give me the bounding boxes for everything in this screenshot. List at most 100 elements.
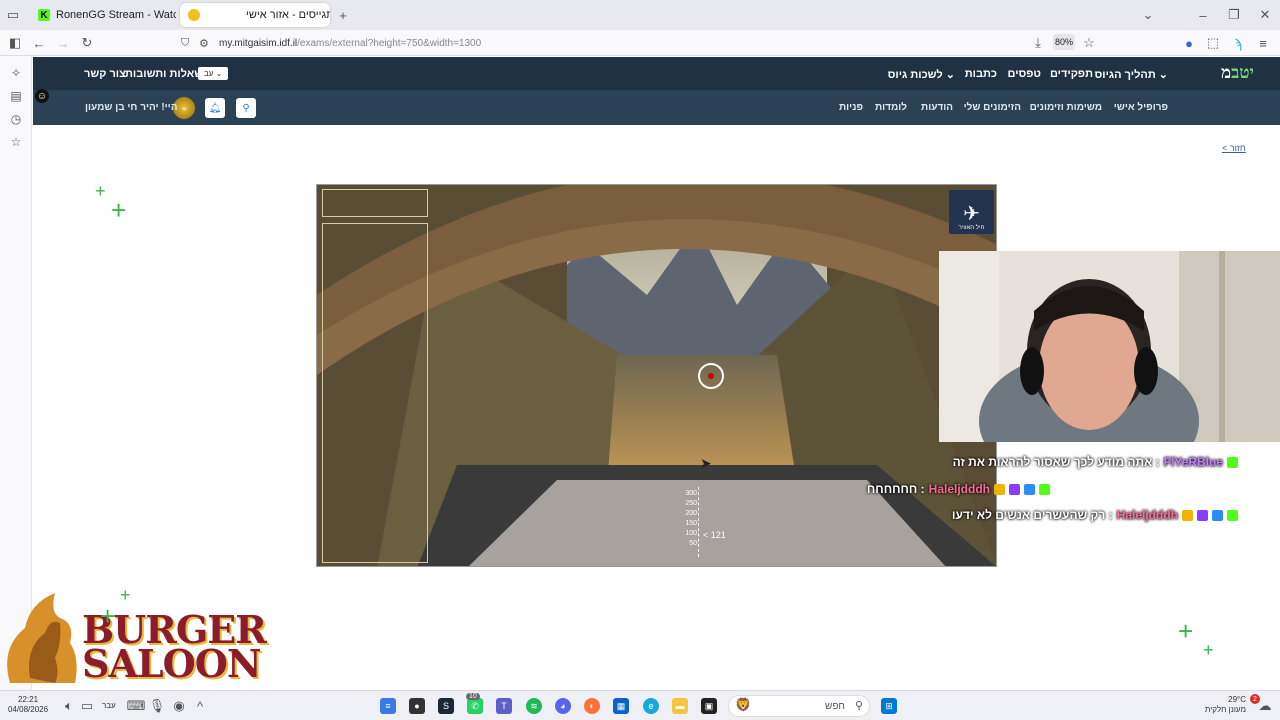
tab-title: RonenGG Stream - Watch Live o [56, 9, 176, 21]
back-link[interactable]: < חזור [1222, 143, 1246, 153]
bell-icon: 🔔︎ [208, 102, 222, 114]
scale-line [698, 487, 699, 557]
reload-icon[interactable]: ↻ [78, 34, 96, 52]
clock-date: 04/08/2026 [8, 705, 49, 714]
forward-icon[interactable]: → [54, 34, 72, 52]
taskbar-app-icon[interactable]: ≡ [380, 698, 396, 714]
extension-icon[interactable]: ϡ [1229, 34, 1247, 52]
spotify-icon[interactable]: ≋ [526, 698, 542, 714]
verified-badge-icon [1212, 509, 1223, 521]
nav-personal-profile[interactable]: פרופיל אישי [1114, 102, 1168, 113]
edge-icon[interactable]: e [643, 698, 659, 714]
bookmarks-icon[interactable]: ☆ [8, 134, 24, 150]
chat-message: אתה מודע לכך שאסור להראות את זה : FlYeRB… [953, 455, 1238, 469]
altitude-scale: 300 250 200 150 100 50 [677, 490, 697, 547]
wings-icon: ✈ [963, 203, 980, 225]
tab-ronengg-stream[interactable]: K RonenGG Stream - Watch Live o ✕ [30, 3, 176, 27]
bookmark-star-icon[interactable]: ☆ [1080, 34, 1098, 52]
terminal-icon[interactable]: ▣ [701, 698, 717, 714]
weather-icon[interactable]: ☁ [1256, 697, 1274, 715]
search-button[interactable]: ⚲ [236, 98, 256, 118]
chat-text: אתה מודע לכך שאסור להראות את זה : [952, 455, 1160, 469]
teams-icon[interactable]: T [496, 698, 512, 714]
close-window-icon[interactable]: ✕ [1256, 6, 1274, 24]
site-info-icon[interactable]: ⚙ [199, 37, 209, 50]
maximize-icon[interactable]: ❐ [1225, 6, 1243, 24]
taskbar-search[interactable]: 🦁 חפש ⚲ [728, 695, 870, 717]
whatsapp-icon[interactable]: ✆ [467, 698, 483, 714]
scale-tick: 100 [685, 530, 697, 537]
weather-desc: מעונן חלקית [1204, 705, 1246, 714]
site-personal-nav: פרופיל אישי משימות וזימונים הזימונים שלי… [33, 90, 1280, 125]
weather-widget[interactable]: 29°C מעונן חלקית [1198, 695, 1246, 715]
nav-articles[interactable]: כתבות [965, 68, 997, 80]
shield-icon: ⛉ [181, 36, 190, 49]
flight-simulator-game[interactable]: 300 250 200 150 100 50 < 121 ✈ חיל האווי… [316, 184, 997, 567]
logo-accent: יטב [1231, 63, 1254, 83]
clock[interactable]: 22:21 04/08/2026 [8, 695, 48, 715]
input-language[interactable]: עבר [102, 701, 116, 711]
account-icon[interactable]: ● [1180, 34, 1198, 52]
store-icon[interactable]: ▦ [613, 698, 629, 714]
nav-learning[interactable]: לומדות [875, 102, 907, 113]
chat-username: FlYeRBlue [1163, 455, 1223, 469]
tab-overview-icon[interactable]: ▭ [4, 6, 22, 24]
synced-tabs-icon[interactable]: ▤ [8, 88, 24, 104]
weather-temp: 29°C [1228, 695, 1246, 704]
chat-username: Haleljdddh [1116, 508, 1178, 522]
search-placeholder: חפש [825, 700, 845, 712]
microphone-icon[interactable]: 🎙︎ [148, 697, 166, 715]
new-tab-button[interactable]: + [334, 6, 352, 24]
nav-inquiries[interactable]: פניות [839, 102, 863, 113]
search-icon: ⚲ [242, 102, 250, 114]
nav-faq[interactable]: שאלות ותשובות [125, 68, 203, 80]
extensions-icon[interactable]: ⬚ [1204, 34, 1222, 52]
history-icon[interactable]: ◷ [8, 111, 24, 127]
menu-icon[interactable]: ≡ [1254, 34, 1272, 52]
chat-text: חחחחחח : [866, 482, 925, 496]
notifications-button[interactable]: 🔔︎ [205, 98, 225, 118]
tab-title: מתגייסים - אזור אישי [246, 9, 330, 21]
tab-list-chevron-icon[interactable]: ⌄ [1139, 6, 1157, 24]
ai-chat-icon[interactable]: ✧ [8, 65, 24, 81]
network-icon[interactable]: ▭ [78, 697, 96, 715]
back-icon[interactable]: ← [30, 34, 48, 52]
speaker-icon[interactable]: 🔈︎ [60, 697, 78, 715]
nav-tasks[interactable]: משימות וזימונים [1030, 102, 1102, 113]
site-favicon-icon [188, 9, 200, 21]
site-top-nav: יטבמ תהליך הגיוס ⌄ תפקידים טפסים כתבות ל… [33, 57, 1280, 90]
zoom-level[interactable]: 80% [1053, 34, 1075, 50]
tray-expand-icon[interactable]: ^ [191, 697, 209, 715]
accessibility-icon[interactable]: ☺ [35, 89, 49, 103]
obs-icon[interactable]: ● [409, 698, 425, 714]
download-icon[interactable]: ⤓ [1029, 34, 1047, 52]
clock-time: 22:21 [18, 695, 39, 704]
firefox-icon[interactable]: ◐ [584, 698, 600, 714]
nav-forms[interactable]: טפסים [1008, 68, 1041, 80]
discord-icon[interactable]: ◕ [555, 698, 571, 714]
minimize-icon[interactable]: – [1194, 6, 1212, 24]
sidebar-toggle-icon[interactable]: ◧ [6, 34, 24, 52]
keyboard-icon[interactable]: ⌨ [127, 697, 146, 715]
kick-badge-icon [1227, 509, 1238, 521]
tab-mitgaisim[interactable]: מתגייסים - אזור אישי ✕ [180, 3, 330, 27]
user-greeting[interactable]: היי! יהיר חי בן שמעון ⌄ [85, 102, 189, 113]
tray-app-icon[interactable]: ◉ [170, 697, 188, 715]
url-bar[interactable]: ⛉ ⚙ my.mitgaisim.idf.il/exams/external?h… [175, 33, 1103, 53]
file-explorer-icon[interactable]: ▬ [672, 698, 688, 714]
nav-roles[interactable]: תפקידים [1050, 68, 1093, 80]
crown-badge-icon [1182, 509, 1193, 521]
kick-badge-icon [1227, 456, 1238, 468]
target-dot [708, 373, 714, 379]
nav-recruitment-offices[interactable]: לשכות גיוס ⌄ [888, 68, 955, 81]
start-icon[interactable]: ⊞ [881, 698, 897, 714]
nav-contact[interactable]: צור קשר [84, 68, 126, 80]
site-logo[interactable]: יטבמ [1221, 63, 1254, 83]
chat-text: רק שהעשרים אנשים לא ידעו : [951, 508, 1113, 522]
nav-enlistment-process[interactable]: תהליך הגיוס ⌄ [1095, 68, 1168, 81]
url-domain: my.mitgaisim.idf.il [219, 37, 298, 49]
steam-icon[interactable]: S [438, 698, 454, 714]
nav-my-appointments[interactable]: הזימונים שלי [964, 102, 1021, 113]
sparkle-decoration: + [95, 181, 106, 201]
nav-messages[interactable]: הודעות [921, 102, 953, 113]
